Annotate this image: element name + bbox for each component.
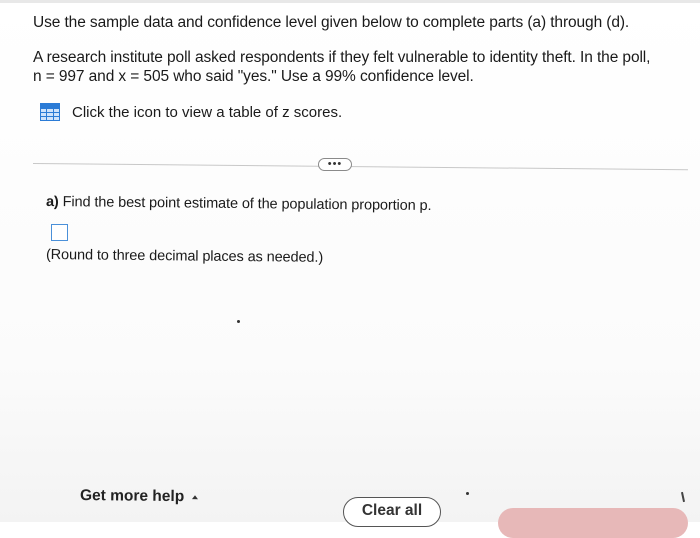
expand-more-button[interactable]: ••• <box>318 158 352 171</box>
answer-input[interactable] <box>51 224 68 241</box>
zscore-link-text: Click the icon to view a table of z scor… <box>72 103 343 121</box>
rounding-note: (Round to three decimal places as needed… <box>45 247 324 266</box>
question-line-2: n = 997 and x = 505 who said "yes." Use … <box>33 68 474 85</box>
stray-dot <box>466 492 469 495</box>
zscore-table-link[interactable]: Click the icon to view a table of z scor… <box>40 103 342 121</box>
instructions-text: Use the sample data and confidence level… <box>33 14 630 31</box>
table-icon[interactable] <box>40 103 60 121</box>
edge-mark <box>680 491 686 503</box>
part-a-prompt: a) Find the best point estimate of the p… <box>46 194 432 214</box>
clear-all-button[interactable]: Clear all <box>343 497 441 527</box>
question-text: A research institute poll asked responde… <box>33 48 683 86</box>
question-page: Use the sample data and confidence level… <box>0 0 700 538</box>
section-divider <box>32 163 688 171</box>
question-line-1: A research institute poll asked responde… <box>33 49 651 66</box>
part-a-label: a) <box>45 194 59 211</box>
caret-up-icon <box>192 495 199 500</box>
check-answer-button[interactable] <box>498 508 688 538</box>
top-edge <box>0 0 700 3</box>
get-more-help-label: Get more help <box>79 487 185 506</box>
get-more-help-button[interactable]: Get more help <box>79 487 199 506</box>
stray-dot <box>237 320 240 323</box>
part-a-prompt-text: Find the best point estimate of the popu… <box>62 194 432 215</box>
